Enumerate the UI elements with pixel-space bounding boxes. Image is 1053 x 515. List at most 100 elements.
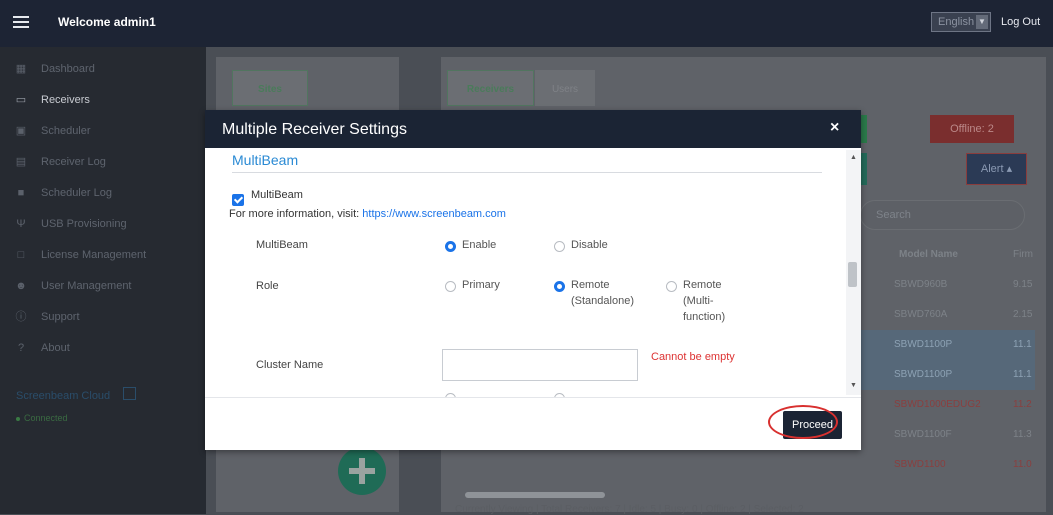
multibeam-enable-label: Enable: [462, 239, 497, 251]
sidebar-item-dashboard[interactable]: ▦ Dashboard: [0, 56, 206, 86]
role-row-label: Role: [256, 280, 279, 292]
multibeam-disable-radio[interactable]: [554, 241, 565, 252]
cloud-link[interactable]: Screenbeam Cloud: [16, 390, 110, 402]
logout-link[interactable]: Log Out: [1001, 16, 1040, 28]
sidebar-item-license-management[interactable]: □ License Management: [0, 242, 206, 272]
sidebar-item-label: User Management: [41, 280, 132, 292]
cluster-name-error: Cannot be empty: [651, 351, 735, 363]
search-placeholder: Search: [876, 209, 911, 221]
column-header-firmware[interactable]: Firm: [1013, 249, 1033, 260]
role-remote-multifunction-label: Remote (Multi- function): [683, 277, 725, 325]
screenbeam-link[interactable]: https://www.screenbeam.com: [362, 208, 506, 220]
dialog-scrollbar[interactable]: ▲ ▼: [846, 150, 861, 395]
users-icon: ☻: [15, 280, 27, 292]
firmware-cell: 2.15: [1013, 309, 1033, 320]
table-row[interactable]: SBWD1100F 11.3: [860, 420, 1035, 450]
table-row[interactable]: SBWD960B 9.15: [860, 270, 1035, 300]
table-status-line: Currently Viewing | Total Receivers: 7 |…: [455, 504, 804, 515]
add-site-button[interactable]: [338, 447, 386, 495]
multibeam-checkbox[interactable]: [232, 194, 244, 206]
chevron-down-icon: ▼: [976, 15, 988, 29]
horizontal-scrollbar[interactable]: [465, 492, 605, 498]
question-icon: ?: [17, 342, 25, 354]
firmware-cell: 11.0: [1013, 459, 1032, 470]
sidebar-item-label: Dashboard: [41, 63, 95, 75]
scroll-up-icon[interactable]: ▲: [850, 154, 857, 161]
model-cell: SBWD1100: [894, 459, 946, 470]
menu-icon[interactable]: [13, 16, 29, 28]
sidebar: ▦ Dashboard ▭ Receivers ▣ Scheduler ▤ Re…: [0, 47, 206, 514]
language-select[interactable]: English ▼: [931, 12, 991, 32]
sidebar-item-user-management[interactable]: ☻ User Management: [0, 273, 206, 303]
sidebar-item-scheduler-log[interactable]: ■ Scheduler Log: [0, 180, 206, 210]
role-primary-label: Primary: [462, 279, 500, 291]
multibeam-row-label: MultiBeam: [256, 239, 308, 251]
tab-sites[interactable]: Sites: [232, 70, 308, 106]
model-cell: SBWD1100F: [894, 429, 952, 440]
sidebar-item-about[interactable]: ? About: [0, 335, 206, 365]
role-remote-multifunction-radio[interactable]: [666, 281, 677, 292]
dialog-footer: [205, 397, 861, 451]
language-value: English: [938, 16, 975, 28]
role-remote-standalone-radio[interactable]: [554, 281, 565, 292]
cluster-name-input[interactable]: [442, 349, 638, 381]
tab-users[interactable]: Users: [535, 70, 595, 106]
table-row[interactable]: SBWD1100P 11.1: [860, 330, 1035, 360]
close-icon[interactable]: ×: [830, 119, 839, 137]
top-bar: Welcome admin1 English ▼ Log Out: [0, 0, 1053, 47]
cast-icon: ▭: [15, 94, 27, 106]
role-remote-multi-line1: Remote: [683, 279, 722, 291]
sidebar-item-receivers[interactable]: ▭ Receivers: [0, 87, 206, 117]
dialog-title: Multiple Receiver Settings: [222, 121, 407, 138]
status-dot-icon: [16, 416, 20, 421]
scroll-down-icon[interactable]: ▼: [850, 382, 857, 389]
offline-badge[interactable]: Offline: 2: [930, 115, 1014, 143]
sidebar-item-receiver-log[interactable]: ▤ Receiver Log: [0, 149, 206, 179]
status-badge: [861, 153, 867, 185]
alert-button[interactable]: Alert ▴: [966, 153, 1027, 185]
sidebar-item-scheduler[interactable]: ▣ Scheduler: [0, 118, 206, 148]
external-link-icon[interactable]: [123, 387, 136, 400]
sidebar-item-usb-provisioning[interactable]: Ψ USB Provisioning: [0, 211, 206, 241]
info-text-label: For more information, visit:: [229, 208, 360, 220]
tab-receivers[interactable]: Receivers: [447, 70, 534, 106]
firmware-cell: 11.1: [1013, 369, 1032, 380]
column-header-model[interactable]: Model Name: [899, 249, 958, 260]
multibeam-enable-radio[interactable]: [445, 241, 456, 252]
usb-icon: Ψ: [16, 218, 26, 230]
firmware-cell: 9.15: [1013, 279, 1033, 290]
role-remote-standalone-line1: Remote: [571, 279, 610, 291]
connection-status: Connected: [16, 413, 68, 423]
firmware-cell: 11.3: [1013, 429, 1032, 440]
sidebar-item-label: USB Provisioning: [41, 218, 127, 230]
sidebar-item-label: Scheduler Log: [41, 187, 112, 199]
table-row[interactable]: SBWD1100P 11.1: [860, 360, 1035, 390]
license-icon: □: [17, 249, 25, 261]
table-row[interactable]: SBWD1000EDUG2 11.2: [860, 390, 1035, 420]
info-text: For more information, visit: https://www…: [229, 208, 506, 220]
sidebar-item-support[interactable]: ⓘ Support: [0, 304, 206, 334]
role-remote-standalone-line2: (Standalone): [571, 295, 634, 307]
model-cell: SBWD760A: [894, 309, 948, 320]
connection-status-label: Connected: [24, 413, 68, 423]
dialog-body: MultiBeam MultiBeam For more information…: [205, 148, 861, 397]
scroll-thumb[interactable]: [848, 262, 857, 287]
sidebar-item-label: Support: [41, 311, 80, 323]
dashboard-icon: ▦: [15, 63, 27, 75]
tab-receivers-label: Receivers: [466, 84, 515, 95]
section-divider: [232, 172, 822, 173]
highlight-ring: [768, 405, 838, 439]
role-remote-multi-line3: function): [683, 311, 726, 323]
model-cell: SBWD960B: [894, 279, 948, 290]
sidebar-item-label: Receivers: [41, 94, 90, 106]
table-row[interactable]: SBWD1100 11.0: [860, 450, 1035, 480]
table-row[interactable]: SBWD760A 2.15: [860, 300, 1035, 330]
sidebar-item-label: License Management: [41, 249, 147, 261]
dialog-header: Multiple Receiver Settings ×: [205, 110, 861, 148]
firmware-cell: 11.2: [1013, 399, 1032, 410]
tab-sites-label: Sites: [258, 84, 282, 95]
search-input[interactable]: Search: [860, 200, 1025, 230]
role-primary-radio[interactable]: [445, 281, 456, 292]
online-badge: [861, 115, 867, 143]
model-cell: SBWD1100P: [894, 339, 953, 350]
